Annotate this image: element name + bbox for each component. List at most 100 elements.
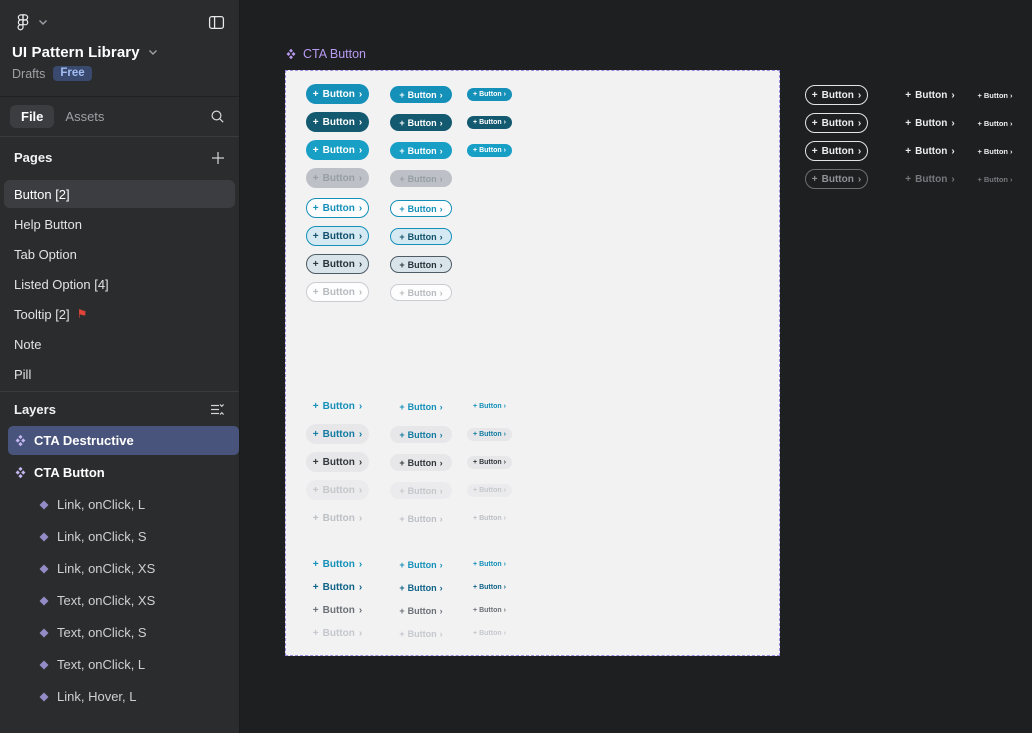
tab-file[interactable]: File <box>10 105 54 128</box>
cta-button-bright[interactable]: +Button› <box>467 144 512 157</box>
cta-button-bright[interactable]: +Button› <box>306 140 369 160</box>
cta-button-text-disabled-pill[interactable]: +Button› <box>390 482 452 499</box>
cta-button-link[interactable]: +Button› <box>390 556 452 573</box>
cta-button-link-pressed[interactable]: +Button› <box>306 600 369 620</box>
cta-button-text-disabled[interactable]: +Button› <box>390 510 452 527</box>
cta-button-link-pressed[interactable]: +Button› <box>467 604 512 617</box>
cta-button-text-hover[interactable]: +Button› <box>390 426 452 443</box>
cta-button-text-disabled-pill[interactable]: +Button› <box>467 484 512 497</box>
cta-button-text-pressed[interactable]: +Button› <box>467 456 512 469</box>
cta-button-outline-hover[interactable]: +Button› <box>390 228 452 245</box>
cta-button-link-hover[interactable]: +Button› <box>306 577 369 597</box>
page-item[interactable]: Listed Option [4] <box>4 270 235 298</box>
cta-button-link-disabled[interactable]: +Button› <box>306 623 369 643</box>
search-icon[interactable] <box>208 107 227 126</box>
cta-button-link-disabled[interactable]: +Button› <box>467 627 512 640</box>
tab-assets[interactable]: Assets <box>54 105 115 128</box>
cta-button-ghost[interactable]: +Button› <box>805 141 868 161</box>
button-label: Button <box>323 89 355 100</box>
cta-button-outline-hover[interactable]: +Button› <box>306 226 369 246</box>
sidebar-tabs: File Assets <box>0 97 239 137</box>
cta-button-disabled-fill[interactable]: +Button› <box>306 168 369 188</box>
cta-button-dtext[interactable]: +Button› <box>975 89 1015 101</box>
cta-button-text-disabled[interactable]: +Button› <box>306 508 369 528</box>
cta-button-text-disabled[interactable]: +Button› <box>467 512 512 525</box>
button-label: Button <box>984 175 1008 184</box>
cta-button-primary[interactable]: +Button› <box>306 84 369 104</box>
layer-item[interactable]: Text, onClick, L <box>32 650 239 679</box>
cta-button-text-hover[interactable]: +Button› <box>467 428 512 441</box>
cta-button-outline-pressed[interactable]: +Button› <box>390 256 452 273</box>
add-page-icon[interactable] <box>209 149 227 167</box>
button-column-darktextsm-xst: +Button› +Button› +Button› +Button› <box>975 89 1015 185</box>
chevron-down-icon[interactable] <box>36 17 50 28</box>
cta-button-link-hover[interactable]: +Button› <box>467 581 512 594</box>
cta-button-text-plain[interactable]: +Button› <box>306 396 369 416</box>
chevron-right-icon: › <box>359 605 362 616</box>
cta-button-bright[interactable]: +Button› <box>390 142 452 159</box>
page-item[interactable]: Tooltip [2]⚑ <box>4 300 235 328</box>
cta-button-link-hover[interactable]: +Button› <box>390 579 452 596</box>
cta-button-dtext[interactable]: +Button› <box>905 143 955 159</box>
layer-item[interactable]: Text, onClick, XS <box>32 586 239 615</box>
cta-button-link[interactable]: +Button› <box>306 554 369 574</box>
cta-button-text-plain[interactable]: +Button› <box>467 400 512 413</box>
cta-button-dark[interactable]: +Button› <box>467 116 512 129</box>
page-item[interactable]: Pill <box>4 360 235 388</box>
layer-item[interactable]: Link, onClick, L <box>32 490 239 519</box>
figma-logo-icon[interactable] <box>12 11 34 33</box>
layer-item[interactable]: Link, onClick, S <box>32 522 239 551</box>
cta-button-link-disabled[interactable]: +Button› <box>390 625 452 642</box>
page-item[interactable]: Tab Option <box>4 240 235 268</box>
chevron-right-icon: › <box>440 629 443 639</box>
cta-button-text-pressed[interactable]: +Button› <box>390 454 452 471</box>
cta-button-dark[interactable]: +Button› <box>390 114 452 131</box>
cta-button-outline-disabled[interactable]: +Button› <box>390 284 452 301</box>
file-location[interactable]: Drafts <box>12 67 45 81</box>
component-set-frame[interactable]: +Button› +Button› +Button› +Button› +Button›… <box>285 70 780 656</box>
cta-button-link[interactable]: +Button› <box>467 558 512 571</box>
plus-icon: + <box>812 174 818 185</box>
design-canvas[interactable]: CTA Button +Button›+Button›+Button›+Butt… <box>240 0 1032 733</box>
layer-item[interactable]: CTA Button <box>8 458 239 487</box>
cta-button-dtext-disabled[interactable]: +Button› <box>905 171 955 187</box>
cta-button-dtext[interactable]: +Button› <box>975 145 1015 157</box>
collapse-layers-icon[interactable] <box>208 401 227 418</box>
chevron-right-icon: › <box>858 146 861 157</box>
layer-item[interactable]: Text, onClick, S <box>32 618 239 647</box>
toggle-sidebar-icon[interactable] <box>206 12 227 33</box>
cta-button-primary[interactable]: +Button› <box>467 88 512 101</box>
cta-button-outline[interactable]: +Button› <box>306 198 369 218</box>
button-label: Button <box>479 607 502 614</box>
cta-button-outline-pressed[interactable]: +Button› <box>306 254 369 274</box>
cta-button-dtext[interactable]: +Button› <box>905 115 955 131</box>
cta-button-ghost[interactable]: +Button› <box>805 113 868 133</box>
page-item[interactable]: Button [2] <box>4 180 235 208</box>
layer-item[interactable]: Link, Hover, L <box>32 682 239 711</box>
cta-button-dark[interactable]: +Button› <box>306 112 369 132</box>
instance-diamond-icon <box>38 531 50 543</box>
cta-button-ghost[interactable]: +Button› <box>805 85 868 105</box>
cta-button-disabled-fill[interactable]: +Button› <box>390 170 452 187</box>
frame-title[interactable]: CTA Button <box>285 47 366 61</box>
page-item[interactable]: Note <box>4 330 235 358</box>
title-chevron-icon[interactable] <box>148 49 158 56</box>
file-title[interactable]: UI Pattern Library <box>12 44 140 61</box>
instance-diamond-icon <box>38 595 50 607</box>
cta-button-primary[interactable]: +Button› <box>390 86 452 103</box>
page-item[interactable]: Help Button <box>4 210 235 238</box>
cta-button-text-pressed[interactable]: +Button› <box>306 452 369 472</box>
cta-button-outline-disabled[interactable]: +Button› <box>306 282 369 302</box>
cta-button-text-hover[interactable]: +Button› <box>306 424 369 444</box>
cta-button-text-disabled-pill[interactable]: +Button› <box>306 480 369 500</box>
cta-button-link-pressed[interactable]: +Button› <box>390 602 452 619</box>
cta-button-dtext[interactable]: +Button› <box>975 117 1015 129</box>
cta-button-outline[interactable]: +Button› <box>390 200 452 217</box>
button-label: Button <box>323 513 355 524</box>
cta-button-dtext-disabled[interactable]: +Button› <box>975 173 1015 185</box>
cta-button-dtext[interactable]: +Button› <box>905 87 955 103</box>
layer-item[interactable]: Link, onClick, XS <box>32 554 239 583</box>
cta-button-text-plain[interactable]: +Button› <box>390 398 452 415</box>
cta-button-ghost-disabled[interactable]: +Button› <box>805 169 868 189</box>
layer-item[interactable]: CTA Destructive <box>8 426 239 455</box>
